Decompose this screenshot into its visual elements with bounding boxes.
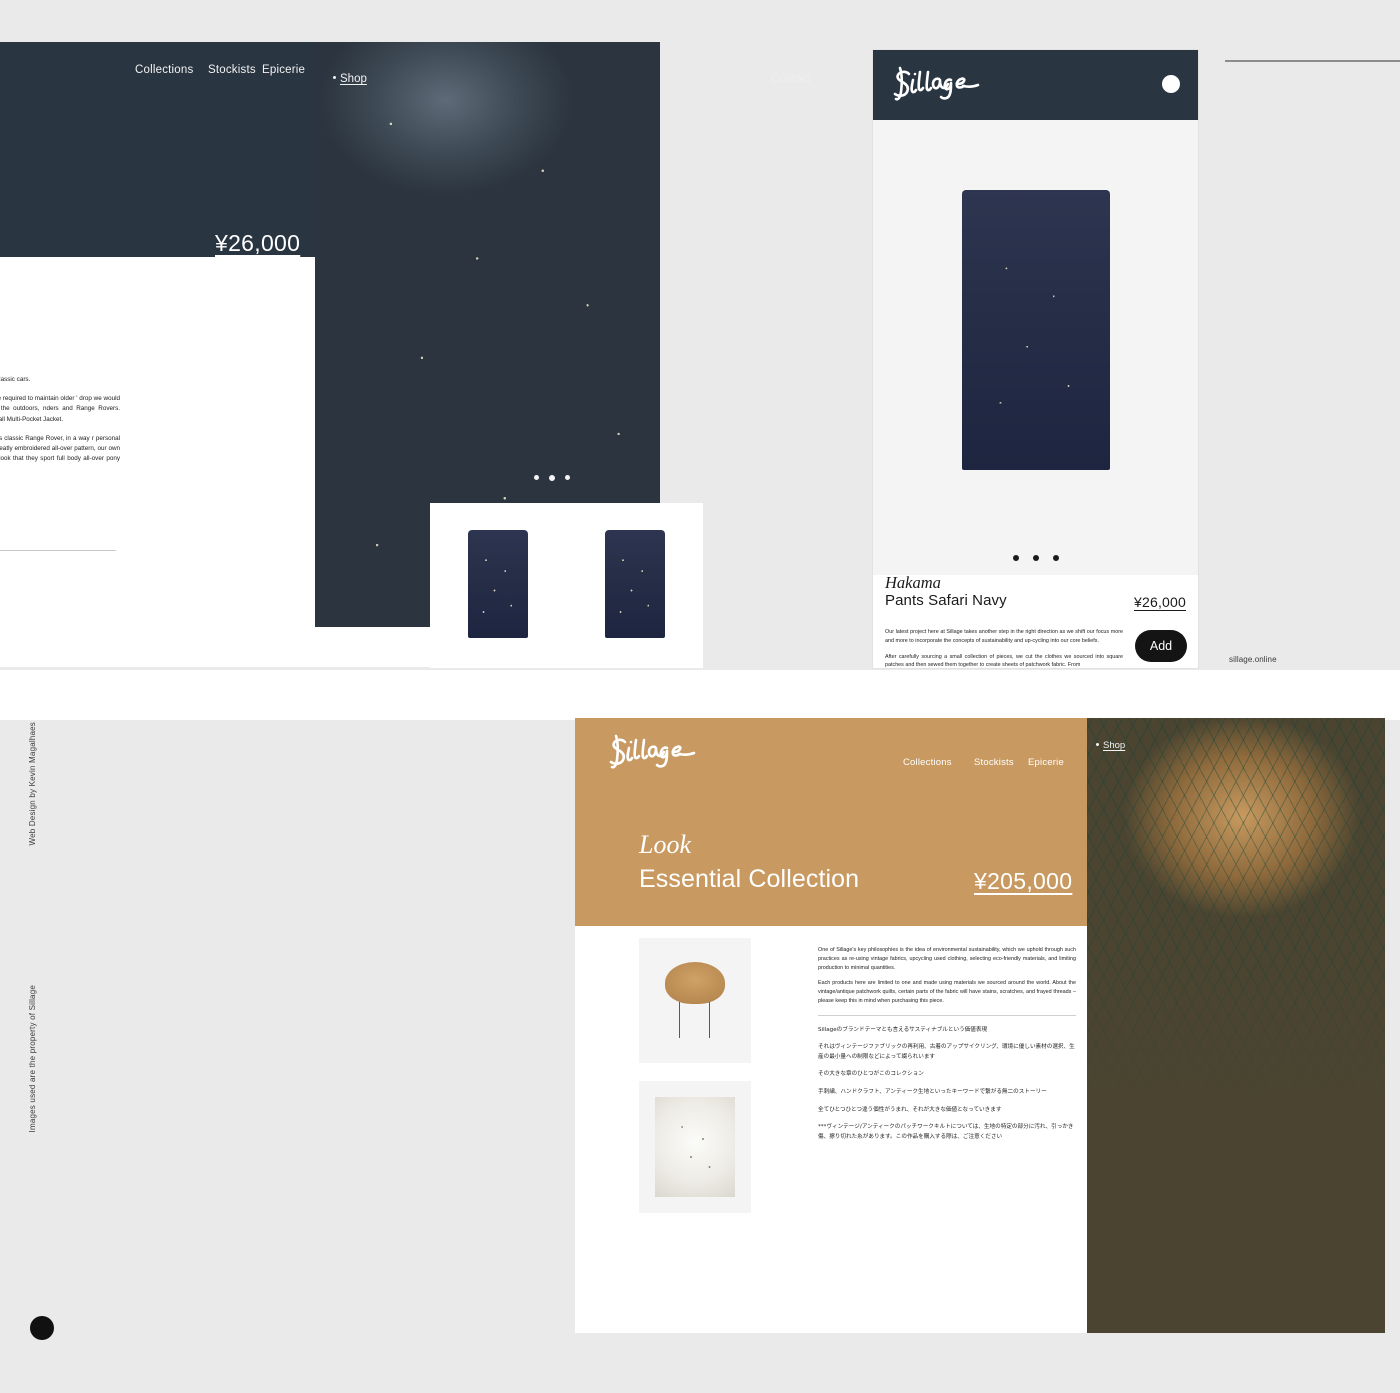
bullet-icon [333, 76, 336, 79]
look-description-ja: Sillageのブランドテーマとも言えるサスティナブルという価値表現 それはヴィ… [818, 1026, 1076, 1143]
paragraph: 全てひとつひとつ違う個性がうまれ、それが大きな価値となっていきます [818, 1106, 1002, 1113]
look-thumbnail-shirt[interactable] [639, 1081, 751, 1213]
carousel-dot[interactable] [1052, 555, 1059, 561]
carousel-dots[interactable] [534, 475, 570, 481]
product-title-sans: Pants Safari Navy [885, 592, 1007, 609]
look-details-panel: One of Sillage's key philosophies is the… [575, 926, 1087, 1333]
nav-item-epicerie[interactable]: Epicerie [1028, 757, 1064, 768]
top-background-band [0, 0, 1400, 40]
shirt-image [655, 1097, 735, 1197]
carousel-dot[interactable] [565, 475, 570, 480]
paragraph: の美しい刺繍が特徴のカプセルです。 [0, 598, 120, 609]
look-copy: One of Sillage's key philosophies is the… [818, 946, 1076, 1150]
thumbnail-item[interactable] [567, 503, 704, 668]
paragraph: 平沼久幸氏に、Yuthanan の Defender と、らいました [0, 617, 120, 628]
nav-item-collections[interactable]: Collections [903, 757, 952, 768]
nav-item-contact[interactable]: Contact [771, 73, 811, 85]
carousel-dot[interactable] [1012, 555, 1019, 561]
card-header-navy [873, 50, 1198, 120]
paragraph: After carefully sourcing a small collect… [885, 653, 1123, 669]
pants-thumb-image [604, 530, 665, 638]
paragraph: それはヴィンテージファブリックの再利用、古着のアップサイクリング、環境に優しい素… [818, 1044, 1075, 1060]
paragraph: ***ヴィンテージ/アンティークのパッチワークキルトについては、生地の特定の部分… [818, 1124, 1074, 1140]
nav-item-stockists[interactable]: Stockists [974, 757, 1014, 768]
presentation-canvas: Collections Stockists Epicerie avy ¥26,0… [0, 0, 1400, 1393]
paragraph: その大きな章のひとつがこのコレクション [818, 1071, 924, 1078]
paragraph: Sillageのブランドテーマとも言えるサスティナブルという価値表現 [818, 1026, 988, 1033]
cart-indicator-dot[interactable] [1162, 75, 1180, 93]
site-url-caption: sillage.online [1229, 655, 1277, 664]
credit-web-design: Web Design by Kevin Magalhaes [28, 722, 37, 846]
product-description: Our latest project here at Sillage takes… [885, 628, 1123, 677]
look-price[interactable]: ¥205,000 [974, 868, 1072, 895]
product-image-stage [873, 120, 1198, 575]
paragraph: l movements and technologies imbued into… [0, 395, 120, 423]
carousel-dot[interactable] [534, 475, 539, 480]
sillage-logo[interactable] [889, 66, 981, 102]
product-details-panel: e, and a number of other things, but the… [0, 257, 315, 667]
look-title-serif: Look [639, 830, 691, 859]
primary-nav: Collections Stockists Epicerie [0, 64, 315, 84]
add-button[interactable]: Add [1135, 630, 1187, 662]
hat-strap [709, 1002, 710, 1038]
hat-strap [679, 1002, 680, 1038]
paragraph: ジー、そして古いクラシックカーを維持す [0, 580, 120, 591]
paragraph: Our latest project here at Sillage takes… [885, 629, 1123, 644]
carousel-dot-active[interactable] [1032, 555, 1039, 561]
divider [0, 550, 116, 551]
product-thumbnail-strip[interactable] [430, 503, 703, 668]
paragraph: Each products here are limited to one an… [818, 980, 1076, 1004]
product-price[interactable]: ¥26,000 [215, 230, 300, 257]
product-price[interactable]: ¥26,000 [1134, 594, 1186, 610]
model-image [1087, 718, 1385, 1333]
nav-item-epicerie[interactable]: Epicerie [262, 64, 305, 76]
product-hero-navy: Collections Stockists Epicerie avy ¥26,0… [0, 42, 315, 257]
look-hero-tan: Collections Stockists Epicerie Look Esse… [575, 718, 1087, 926]
thumbnail-item[interactable] [430, 503, 567, 668]
product-title-serif: Hakama [885, 573, 941, 592]
product-description-ja: ります ジー、そして古いクラシックカーを維持す の美しい刺繍が特徴のカプセルです… [0, 562, 120, 667]
hakama-pants-image [961, 190, 1110, 470]
paragraph: ります [0, 562, 120, 573]
product-info-panel: Hakama Pants Safari Navy ¥26,000 Our lat… [873, 573, 1198, 668]
look-page-mockup: Collections Stockists Epicerie Look Esse… [575, 718, 1385, 1333]
bullet-icon [1096, 743, 1099, 746]
paragraph: e, and a number of other things, but the… [0, 376, 31, 383]
paragraph: numa, both an artist and good friend of … [0, 434, 120, 463]
nav-item-stockists[interactable]: Stockists [208, 64, 256, 76]
look-photo-model [1087, 718, 1385, 1333]
look-thumbnail-hat[interactable] [639, 938, 751, 1063]
paragraph: One of Sillage's key philosophies is the… [818, 947, 1076, 971]
divider [818, 1014, 1076, 1016]
decorative-hairline [1225, 60, 1400, 62]
hakama-product-card: Hakama Pants Safari Navy ¥26,000 Our lat… [873, 50, 1198, 668]
product-description-en: e, and a number of other things, but the… [0, 375, 120, 484]
paragraph: 刺繍会社で行われ、平沼久幸氏のイラス [0, 653, 120, 664]
nav-item-shop[interactable]: Shop [333, 73, 367, 85]
paragraph: 手刺繍、ハンドクラフト、アンティーク生地といったキーワードで繋がる無二のストーリ… [818, 1088, 1047, 1095]
nav-item-collections[interactable]: Collections [135, 64, 193, 76]
credit-images: Images used are the property of Sillage [28, 985, 37, 1133]
page-marker-dot [30, 1316, 54, 1340]
look-title-sans: Essential Collection [639, 865, 860, 893]
bucket-hat-image [665, 962, 725, 1004]
mid-background-band [0, 670, 1400, 720]
carousel-dot-active[interactable] [549, 475, 555, 481]
look-description-en: One of Sillage's key philosophies is the… [818, 946, 1076, 1006]
paragraph: なポニーの刺繍にオマージュを捧げるよう [0, 635, 120, 646]
nav-item-shop[interactable]: Shop [1096, 740, 1125, 751]
carousel-dots[interactable] [1012, 555, 1059, 561]
pants-thumb-image [468, 530, 528, 638]
sillage-logo[interactable] [605, 734, 697, 770]
